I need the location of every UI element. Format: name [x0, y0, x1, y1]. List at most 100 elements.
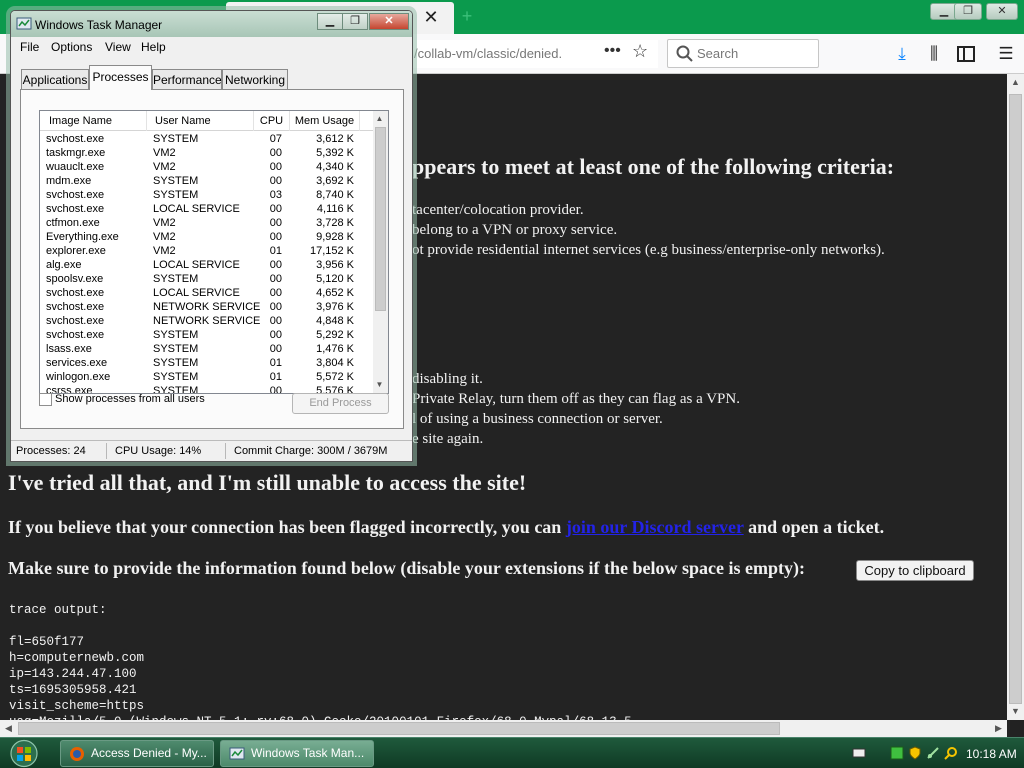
table-row[interactable]: svchost.exe NETWORK SERVICE 00 4,848 K	[40, 314, 373, 328]
tab-performance[interactable]: Performance	[152, 69, 222, 90]
process-mem-usage: 5,120 K	[316, 273, 354, 285]
column-mem-usage[interactable]: Mem Usage	[290, 111, 360, 131]
process-mem-usage: 17,152 K	[309, 245, 354, 257]
process-user-name: NETWORK SERVICE	[153, 315, 261, 327]
checkbox-box[interactable]	[39, 393, 52, 406]
table-row[interactable]: lsass.exe SYSTEM 00 1,476 K	[40, 342, 373, 356]
table-row[interactable]: winlogon.exe SYSTEM 01 5,572 K	[40, 370, 373, 384]
process-mem-usage: 9,928 K	[316, 231, 354, 243]
process-cpu: 00	[269, 203, 282, 215]
process-image-name: svchost.exe	[46, 203, 105, 215]
menu-view[interactable]: View	[105, 40, 131, 54]
scroll-down-icon[interactable]: ▼	[1007, 703, 1024, 720]
taskbar-button-task-manager[interactable]: Windows Task Man...	[220, 740, 374, 767]
maximize-button[interactable]: ❐	[342, 13, 368, 30]
download-icon[interactable]: ⤓	[890, 42, 914, 66]
process-list[interactable]: Image Name User Name CPU Mem Usage svcho…	[39, 110, 389, 394]
tray-app-icon[interactable]	[890, 746, 904, 760]
url-text: /collab-vm/classic/denied.	[414, 46, 563, 61]
process-list-header: Image Name User Name CPU Mem Usage	[40, 111, 373, 131]
menu-icon[interactable]: ☰	[994, 42, 1018, 66]
vertical-scroll-thumb[interactable]	[1009, 94, 1022, 704]
close-window-button[interactable]: ✕	[986, 3, 1018, 20]
column-image-name[interactable]: Image Name	[40, 111, 147, 131]
table-row[interactable]: svchost.exe SYSTEM 07 3,612 K	[40, 132, 373, 146]
table-row[interactable]: svchost.exe SYSTEM 00 5,292 K	[40, 328, 373, 342]
process-user-name: VM2	[153, 231, 176, 243]
horizontal-scrollbar[interactable]: ◀ ▶	[0, 720, 1007, 737]
table-row[interactable]: svchost.exe LOCAL SERVICE 00 4,652 K	[40, 286, 373, 300]
scroll-up-icon[interactable]: ▲	[372, 111, 387, 126]
taskbar-button-firefox[interactable]: Access Denied - My...	[60, 740, 214, 767]
copy-to-clipboard-button[interactable]: Copy to clipboard	[856, 560, 974, 581]
new-tab-icon[interactable]: +	[456, 5, 478, 27]
column-user-name[interactable]: User Name	[147, 111, 254, 131]
process-cpu: 00	[269, 161, 282, 173]
scroll-left-icon[interactable]: ◀	[0, 720, 17, 737]
sidebar-icon[interactable]	[954, 42, 978, 66]
table-row[interactable]: explorer.exe VM2 01 17,152 K	[40, 244, 373, 258]
minimize-button[interactable]: ▁	[317, 13, 343, 30]
table-row[interactable]: spoolsv.exe SYSTEM 00 5,120 K	[40, 272, 373, 286]
table-row[interactable]: csrss.exe SYSTEM 00 5,576 K	[40, 384, 373, 393]
start-button-icon[interactable]	[6, 739, 42, 768]
search-icon	[676, 45, 693, 62]
menu-options[interactable]: Options	[51, 40, 92, 54]
process-mem-usage: 4,652 K	[316, 287, 354, 299]
process-cpu: 00	[269, 273, 282, 285]
table-row[interactable]: svchost.exe SYSTEM 03 8,740 K	[40, 188, 373, 202]
close-tab-icon[interactable]: ✕	[420, 6, 442, 28]
process-mem-usage: 3,612 K	[316, 133, 354, 145]
keyboard-icon[interactable]	[852, 746, 866, 760]
step-item: e site again.	[412, 431, 484, 447]
scroll-up-icon[interactable]: ▲	[1007, 74, 1024, 91]
tab-processes[interactable]: Processes	[89, 65, 152, 90]
scroll-down-icon[interactable]: ▼	[372, 377, 387, 392]
close-button[interactable]: ✕	[369, 13, 409, 30]
process-mem-usage: 5,572 K	[316, 371, 354, 383]
process-mem-usage: 3,692 K	[316, 175, 354, 187]
table-row[interactable]: Everything.exe VM2 00 9,928 K	[40, 230, 373, 244]
table-row[interactable]: taskmgr.exe VM2 00 5,392 K	[40, 146, 373, 160]
process-mem-usage: 8,740 K	[316, 189, 354, 201]
discord-link[interactable]: join our Discord server	[566, 517, 744, 537]
network-icon[interactable]	[926, 746, 940, 760]
table-row[interactable]: services.exe SYSTEM 01 3,804 K	[40, 356, 373, 370]
table-row[interactable]: mdm.exe SYSTEM 00 3,692 K	[40, 174, 373, 188]
page-actions-icon[interactable]: •••	[604, 42, 621, 60]
process-cpu: 00	[269, 175, 282, 187]
process-image-name: svchost.exe	[46, 287, 105, 299]
vertical-scrollbar[interactable]: ▲ ▼	[1007, 74, 1024, 720]
table-row[interactable]: svchost.exe LOCAL SERVICE 00 4,116 K	[40, 202, 373, 216]
table-row[interactable]: ctfmon.exe VM2 00 3,728 K	[40, 216, 373, 230]
horizontal-scroll-thumb[interactable]	[18, 722, 780, 735]
tried-heading: I've tried all that, and I'm still unabl…	[8, 470, 527, 495]
process-image-name: svchost.exe	[46, 189, 105, 201]
process-list-scroll-thumb[interactable]	[375, 127, 386, 311]
search-box[interactable]: Search	[667, 39, 819, 68]
menu-file[interactable]: File	[20, 40, 39, 54]
library-icon[interactable]: ⫼	[922, 42, 946, 66]
table-row[interactable]: svchost.exe NETWORK SERVICE 00 3,976 K	[40, 300, 373, 314]
process-mem-usage: 5,392 K	[316, 147, 354, 159]
process-cpu: 00	[269, 343, 282, 355]
security-shield-icon[interactable]	[908, 746, 922, 760]
process-cpu: 00	[269, 259, 282, 271]
tab-applications[interactable]: Applications	[21, 69, 89, 90]
task-manager-titlebar[interactable]: Windows Task Manager ▁ ❐ ✕	[11, 11, 412, 37]
scroll-right-icon[interactable]: ▶	[990, 720, 1007, 737]
search-tray-icon[interactable]	[944, 746, 958, 760]
tray-clock[interactable]: 10:18 AM	[966, 747, 1017, 761]
menu-help[interactable]: Help	[141, 40, 166, 54]
tab-networking[interactable]: Networking	[222, 69, 288, 90]
table-row[interactable]: alg.exe LOCAL SERVICE 00 3,956 K	[40, 258, 373, 272]
process-cpu: 00	[269, 147, 282, 159]
process-user-name: LOCAL SERVICE	[153, 259, 240, 271]
maximize-button[interactable]: ❐	[954, 3, 982, 20]
table-row[interactable]: wuauclt.exe VM2 00 4,340 K	[40, 160, 373, 174]
bookmark-star-icon[interactable]: ☆	[632, 41, 648, 62]
column-cpu[interactable]: CPU	[254, 111, 290, 131]
process-image-name: alg.exe	[46, 259, 82, 271]
process-list-scrollbar[interactable]: ▲ ▼	[373, 111, 388, 393]
end-process-button[interactable]: End Process	[292, 393, 389, 414]
